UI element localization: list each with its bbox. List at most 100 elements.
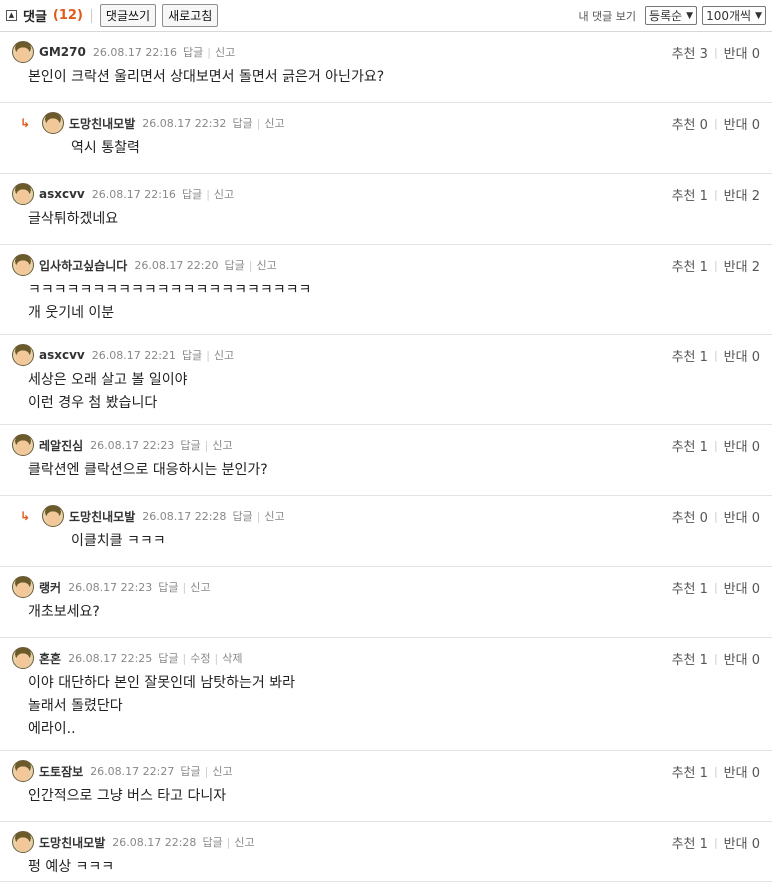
oppose-button[interactable]: 반대 0 bbox=[724, 507, 760, 526]
reply-link[interactable]: 답글 bbox=[202, 834, 222, 850]
oppose-button[interactable]: 반대 0 bbox=[724, 833, 760, 852]
comment-author[interactable]: 혼혼 bbox=[39, 650, 61, 667]
divider: | bbox=[182, 580, 187, 594]
report-link[interactable]: 신고 bbox=[214, 186, 234, 202]
comment-text: 놀래서 돌렸단다 bbox=[28, 698, 123, 714]
oppose-button[interactable]: 반대 0 bbox=[724, 762, 760, 781]
delete-link[interactable]: 삭제 bbox=[222, 650, 242, 666]
report-link[interactable]: 신고 bbox=[215, 44, 235, 60]
comment-date: 26.08.17 22:28 bbox=[112, 835, 197, 849]
comment-item: 레알진심 26.08.17 22:23 답글 | 신고 추천 1 | 반대 0 … bbox=[0, 425, 772, 496]
comment-author[interactable]: 도토잠보 bbox=[39, 763, 83, 780]
comment-text: 개초보세요? bbox=[28, 604, 100, 620]
comment-author[interactable]: GM270 bbox=[39, 45, 86, 59]
comment-text: 글삭튀하겠네요 bbox=[28, 211, 119, 227]
report-link[interactable]: 신고 bbox=[264, 508, 284, 524]
report-link[interactable]: 신고 bbox=[214, 347, 234, 363]
divider: | bbox=[204, 438, 209, 452]
comment-author[interactable]: asxcvv bbox=[39, 348, 85, 362]
oppose-button[interactable]: 반대 0 bbox=[724, 578, 760, 597]
sort-select[interactable]: 등록순 ▼ bbox=[645, 6, 698, 25]
divider: | bbox=[713, 46, 718, 59]
avatar[interactable] bbox=[12, 344, 34, 366]
comment-date: 26.08.17 22:23 bbox=[68, 580, 153, 594]
divider: | bbox=[204, 764, 209, 778]
reply-arrow-icon: ↳ bbox=[20, 116, 31, 130]
avatar[interactable] bbox=[12, 434, 34, 456]
reply-link[interactable]: 답글 bbox=[158, 650, 178, 666]
recommend-button[interactable]: 추천 1 bbox=[672, 346, 708, 365]
oppose-button[interactable]: 반대 0 bbox=[724, 436, 760, 455]
avatar[interactable] bbox=[12, 183, 34, 205]
avatar[interactable] bbox=[42, 505, 64, 527]
comment-item: asxcvv 26.08.17 22:21 답글 | 신고 추천 1 | 반대 … bbox=[0, 335, 772, 425]
reply-link[interactable]: 답글 bbox=[232, 115, 252, 131]
avatar[interactable] bbox=[12, 831, 34, 853]
comment-author[interactable]: 도망친내모발 bbox=[69, 115, 135, 132]
recommend-button[interactable]: 추천 1 bbox=[672, 833, 708, 852]
avatar[interactable] bbox=[12, 760, 34, 782]
recommend-button[interactable]: 추천 0 bbox=[672, 114, 708, 133]
refresh-button[interactable]: 새로고침 bbox=[162, 4, 219, 27]
report-link[interactable]: 신고 bbox=[264, 115, 284, 131]
oppose-count: 0 bbox=[751, 766, 760, 781]
reply-link[interactable]: 답글 bbox=[183, 44, 203, 60]
recommend-button[interactable]: 추천 1 bbox=[672, 436, 708, 455]
comment-author[interactable]: 도망친내모발 bbox=[69, 508, 135, 525]
my-comments-link[interactable]: 내 댓글 보기 bbox=[578, 8, 636, 24]
recommend-button[interactable]: 추천 1 bbox=[672, 649, 708, 668]
reply-link[interactable]: 답글 bbox=[158, 579, 178, 595]
comment-text: 클락션엔 클락션으로 대응하시는 분인가? bbox=[28, 462, 268, 478]
oppose-count: 0 bbox=[751, 653, 760, 668]
comment-author[interactable]: 랭커 bbox=[39, 579, 61, 596]
reply-arrow-icon: ↳ bbox=[20, 509, 31, 523]
per-page-select[interactable]: 100개씩 ▼ bbox=[702, 6, 766, 25]
write-comment-button[interactable]: 댓글쓰기 bbox=[99, 4, 157, 27]
comment-author[interactable]: 입사하고싶습니다 bbox=[39, 257, 127, 274]
recommend-button[interactable]: 추천 1 bbox=[672, 256, 708, 275]
oppose-button[interactable]: 반대 0 bbox=[724, 346, 760, 365]
recommend-button[interactable]: 추천 3 bbox=[672, 43, 708, 62]
recommend-button[interactable]: 추천 0 bbox=[672, 507, 708, 526]
oppose-count: 0 bbox=[751, 582, 760, 597]
recommend-count: 1 bbox=[699, 350, 708, 365]
avatar[interactable] bbox=[12, 41, 34, 63]
comment-author[interactable]: asxcvv bbox=[39, 187, 85, 201]
edit-link[interactable]: 수정 bbox=[190, 650, 210, 666]
comment-date: 26.08.17 22:21 bbox=[91, 348, 176, 362]
divider: | bbox=[713, 510, 718, 523]
oppose-button[interactable]: 반대 0 bbox=[724, 43, 760, 62]
avatar[interactable] bbox=[12, 254, 34, 276]
reply-link[interactable]: 답글 bbox=[180, 763, 200, 779]
avatar[interactable] bbox=[42, 112, 64, 134]
report-link[interactable]: 신고 bbox=[234, 834, 254, 850]
report-link[interactable]: 신고 bbox=[190, 579, 210, 595]
oppose-button[interactable]: 반대 2 bbox=[724, 256, 760, 275]
reply-link[interactable]: 답글 bbox=[180, 437, 200, 453]
divider: | bbox=[207, 45, 211, 59]
divider: | bbox=[713, 188, 718, 201]
comment-text: 인간적으로 그냥 버스 타고 다니자 bbox=[28, 788, 227, 804]
reply-link[interactable]: 답글 bbox=[232, 508, 252, 524]
avatar[interactable] bbox=[12, 576, 34, 598]
report-link[interactable]: 신고 bbox=[212, 763, 232, 779]
reply-link[interactable]: 답글 bbox=[182, 347, 202, 363]
collapse-icon[interactable]: ▲ bbox=[6, 10, 17, 21]
recommend-button[interactable]: 추천 1 bbox=[672, 185, 708, 204]
reply-item: ↳ 도망친내모발 26.08.17 22:32 답글 | 신고 추천 0 | 반… bbox=[0, 103, 772, 174]
recommend-button[interactable]: 추천 1 bbox=[672, 762, 708, 781]
avatar[interactable] bbox=[12, 647, 34, 669]
recommend-button[interactable]: 추천 1 bbox=[672, 578, 708, 597]
reply-link[interactable]: 답글 bbox=[182, 186, 202, 202]
reply-link[interactable]: 답글 bbox=[225, 257, 245, 273]
report-link[interactable]: 신고 bbox=[212, 437, 232, 453]
oppose-button[interactable]: 반대 2 bbox=[724, 185, 760, 204]
report-link[interactable]: 신고 bbox=[256, 257, 276, 273]
divider: | bbox=[256, 116, 261, 130]
oppose-button[interactable]: 반대 0 bbox=[724, 649, 760, 668]
oppose-count: 0 bbox=[751, 47, 760, 62]
comment-author[interactable]: 레알진심 bbox=[39, 437, 83, 454]
comment-author[interactable]: 도망친내모발 bbox=[39, 834, 105, 851]
oppose-button[interactable]: 반대 0 bbox=[724, 114, 760, 133]
recommend-count: 1 bbox=[699, 837, 708, 852]
